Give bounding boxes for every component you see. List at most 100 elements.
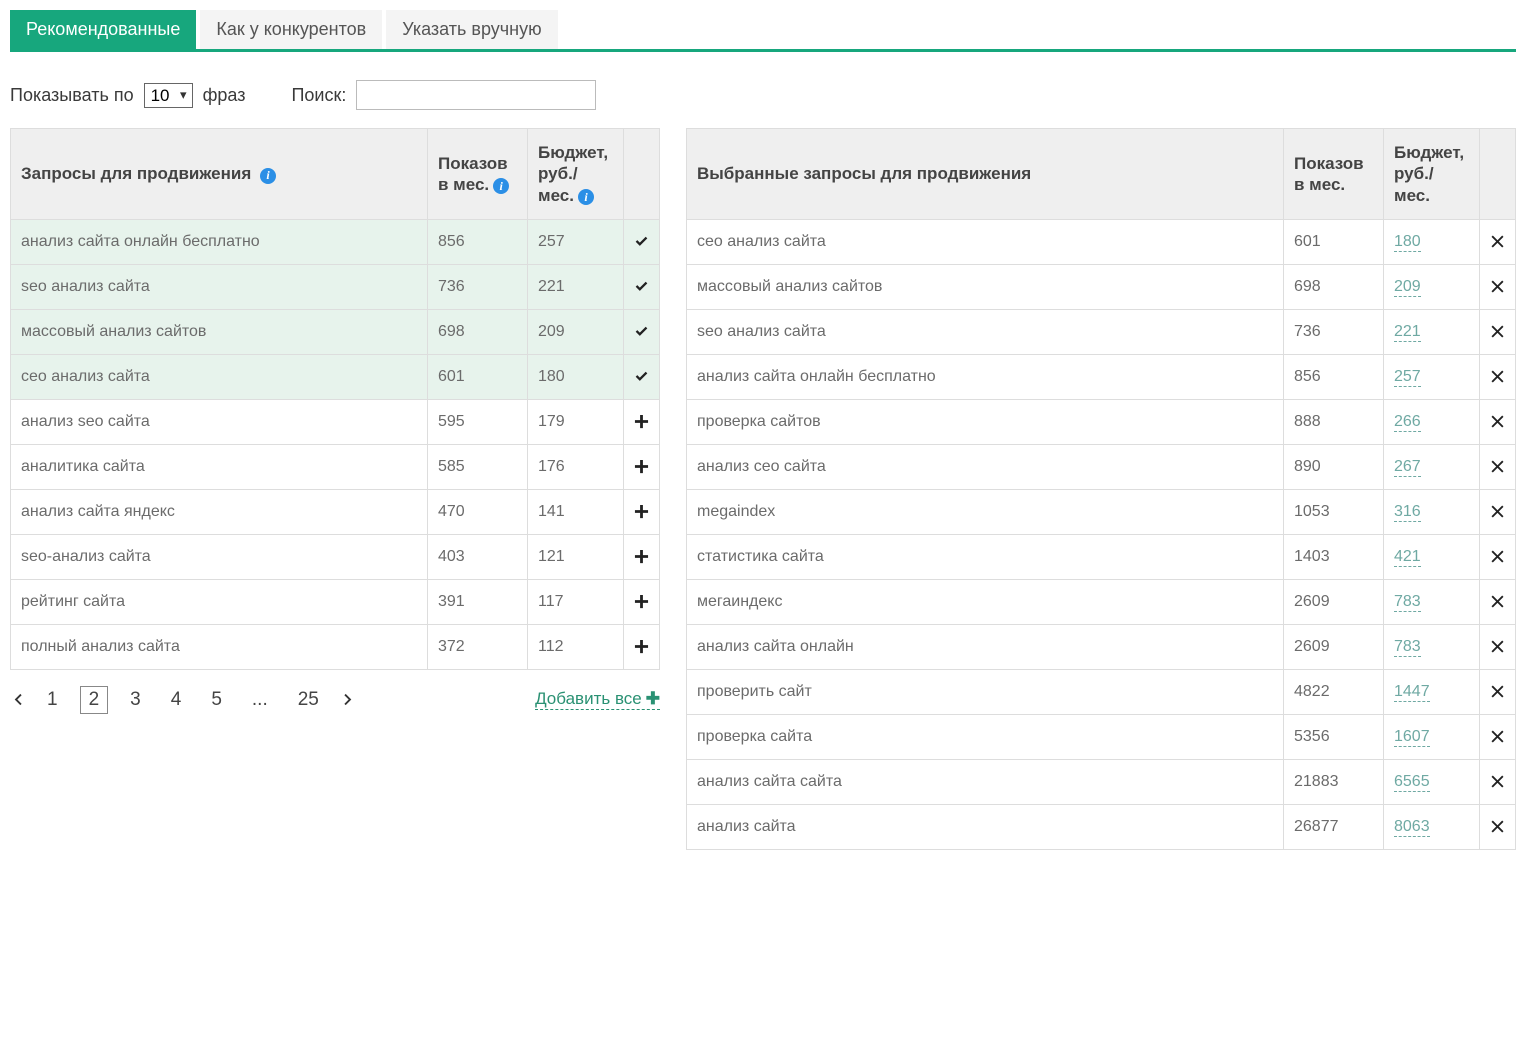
info-icon[interactable]: i (578, 189, 594, 205)
budget-link[interactable]: 8063 (1394, 818, 1430, 837)
plus-icon: ✚ (646, 689, 660, 709)
budget-link[interactable]: 180 (1394, 233, 1421, 252)
budget-link[interactable]: 421 (1394, 548, 1421, 567)
budget-link[interactable]: 1607 (1394, 728, 1430, 747)
budget-link[interactable]: 221 (1394, 323, 1421, 342)
cell-budget: 257 (528, 219, 624, 264)
table-row: проверка сайтов888266 (687, 399, 1516, 444)
remove-icon[interactable] (1480, 354, 1516, 399)
col-budget[interactable]: Бюджет, руб./ мес.i (528, 129, 624, 220)
info-icon[interactable]: i (493, 178, 509, 194)
remove-icon[interactable] (1480, 534, 1516, 579)
cell-query: megaindex (687, 489, 1284, 534)
col-impressions[interactable]: Показов в мес.i (428, 129, 528, 220)
add-icon[interactable] (624, 489, 660, 534)
cell-impressions: 21883 (1284, 759, 1384, 804)
cell-impressions: 856 (428, 219, 528, 264)
add-icon[interactable] (624, 624, 660, 669)
info-icon[interactable]: i (260, 168, 276, 184)
add-icon[interactable] (624, 399, 660, 444)
cell-budget: 266 (1384, 399, 1480, 444)
remove-icon[interactable] (1480, 804, 1516, 849)
tab[interactable]: Как у конкурентов (200, 10, 382, 49)
next-page[interactable] (341, 689, 356, 711)
table-row: проверить сайт48221447 (687, 669, 1516, 714)
page-ellipsis: ... (244, 687, 276, 713)
remove-icon[interactable] (1480, 219, 1516, 264)
controls-row: Показывать по 10 фраз Поиск: (10, 80, 1516, 110)
cell-impressions: 470 (428, 489, 528, 534)
check-icon[interactable] (624, 309, 660, 354)
remove-icon[interactable] (1480, 714, 1516, 759)
cell-budget: 180 (1384, 219, 1480, 264)
remove-icon[interactable] (1480, 759, 1516, 804)
add-icon[interactable] (624, 534, 660, 579)
budget-link[interactable]: 6565 (1394, 773, 1430, 792)
cell-budget: 121 (528, 534, 624, 579)
add-icon[interactable] (624, 444, 660, 489)
tab[interactable]: Указать вручную (386, 10, 557, 49)
budget-link[interactable]: 209 (1394, 278, 1421, 297)
table-row: анализ сайта онлайн бесплатно856257 (687, 354, 1516, 399)
budget-link[interactable]: 316 (1394, 503, 1421, 522)
budget-link[interactable]: 267 (1394, 458, 1421, 477)
check-icon[interactable] (624, 354, 660, 399)
page-number[interactable]: 3 (122, 687, 149, 713)
cell-query: анализ seo сайта (11, 399, 428, 444)
cell-budget: 221 (1384, 309, 1480, 354)
page-number[interactable]: 1 (39, 687, 66, 713)
cell-impressions: 391 (428, 579, 528, 624)
budget-link[interactable]: 783 (1394, 593, 1421, 612)
remove-icon[interactable] (1480, 624, 1516, 669)
cell-impressions: 736 (1284, 309, 1384, 354)
col-budget[interactable]: Бюджет, руб./ мес. (1384, 129, 1480, 220)
add-all-link[interactable]: Добавить все ✚ (535, 689, 660, 710)
right-panel: Выбранные запросы для продвижения Показо… (686, 128, 1516, 850)
cell-budget: 783 (1384, 624, 1480, 669)
col-impressions[interactable]: Показов в мес. (1284, 129, 1384, 220)
page-number[interactable]: 4 (163, 687, 190, 713)
add-icon[interactable] (624, 579, 660, 624)
col-query[interactable]: Запросы для продвижения i (11, 129, 428, 220)
prev-page[interactable] (10, 689, 25, 711)
cell-impressions: 601 (1284, 219, 1384, 264)
tab[interactable]: Рекомендованные (10, 10, 196, 49)
cell-impressions: 1053 (1284, 489, 1384, 534)
cell-query: рейтинг сайта (11, 579, 428, 624)
table-row: анализ сайта268778063 (687, 804, 1516, 849)
table-row: рейтинг сайта391117 (11, 579, 660, 624)
cell-impressions: 1403 (1284, 534, 1384, 579)
budget-link[interactable]: 1447 (1394, 683, 1430, 702)
cell-query: статистика сайта (687, 534, 1284, 579)
cell-impressions: 2609 (1284, 624, 1384, 669)
remove-icon[interactable] (1480, 309, 1516, 354)
remove-icon[interactable] (1480, 444, 1516, 489)
cell-budget: 1607 (1384, 714, 1480, 759)
page-number[interactable]: 5 (203, 687, 230, 713)
check-icon[interactable] (624, 264, 660, 309)
remove-icon[interactable] (1480, 579, 1516, 624)
table-row: сео анализ сайта601180 (11, 354, 660, 399)
cell-budget: 1447 (1384, 669, 1480, 714)
budget-link[interactable]: 783 (1394, 638, 1421, 657)
cell-query: массовый анализ сайтов (11, 309, 428, 354)
cell-impressions: 856 (1284, 354, 1384, 399)
page-number[interactable]: 25 (290, 687, 327, 713)
page-number[interactable]: 2 (80, 686, 109, 714)
cell-budget: 421 (1384, 534, 1480, 579)
page-size-select[interactable]: 10 (144, 83, 193, 108)
remove-icon[interactable] (1480, 399, 1516, 444)
col-action (1480, 129, 1516, 220)
selected-queries-table: Выбранные запросы для продвижения Показо… (686, 128, 1516, 850)
search-input[interactable] (356, 80, 596, 110)
remove-icon[interactable] (1480, 489, 1516, 534)
cell-budget: 117 (528, 579, 624, 624)
check-icon[interactable] (624, 219, 660, 264)
col-query[interactable]: Выбранные запросы для продвижения (687, 129, 1284, 220)
table-row: анализ сайта онлайн бесплатно856257 (11, 219, 660, 264)
cell-query: проверка сайта (687, 714, 1284, 759)
budget-link[interactable]: 266 (1394, 413, 1421, 432)
budget-link[interactable]: 257 (1394, 368, 1421, 387)
remove-icon[interactable] (1480, 669, 1516, 714)
remove-icon[interactable] (1480, 264, 1516, 309)
